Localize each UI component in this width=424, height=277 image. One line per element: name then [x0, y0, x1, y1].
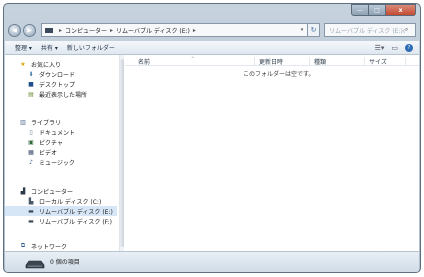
breadcrumb-separator[interactable]: ▸ [110, 27, 113, 34]
column-header: 名前 ^ 更新日時 種類 サイズ [125, 55, 419, 66]
empty-folder-message: このフォルダーは空です。 [243, 71, 315, 78]
nav-item-documents[interactable]: ▯ ドキュメント [5, 127, 117, 137]
recent-places-icon: ▤ [28, 90, 34, 98]
nav-item-label: デスクトップ [39, 81, 76, 89]
nav-item-label: ピクチャ [39, 139, 63, 147]
nav-item-music[interactable]: ♪ ミュージック [5, 157, 117, 167]
nav-libraries-label: ライブラリ [31, 119, 62, 127]
videos-icon: ▦ [28, 148, 34, 156]
minimize-button[interactable]: — [351, 4, 369, 16]
pictures-icon: ▣ [28, 138, 34, 146]
breadcrumb-removable-e[interactable]: リムーバブル ディスク (E:) [116, 26, 190, 35]
sort-arrow-icon: ^ [191, 56, 195, 61]
nav-item-videos[interactable]: ▦ ビデオ [5, 147, 117, 157]
maximize-button[interactable]: □ [369, 4, 386, 16]
computer-icon: ▟ [20, 187, 26, 195]
explorer-window: — □ x ◀ ▶ ▸ コンピューター ▸ リムーバブル ディスク (E:) ▸… [3, 3, 421, 273]
refresh-icon: ↻ [310, 26, 317, 34]
breadcrumb-computer[interactable]: コンピューター [65, 26, 107, 35]
nav-network-label: ネットワーク [31, 243, 68, 251]
column-type[interactable]: 種類 [311, 57, 365, 66]
music-icon: ♪ [29, 158, 33, 166]
search-input[interactable]: リムーバブル ディスク (E:)の検索 ⌕ [324, 23, 416, 37]
nav-item-removable-e[interactable]: ▬ リムーバブル ディスク (E:) [5, 206, 117, 216]
address-bar[interactable]: ▸ コンピューター ▸ リムーバブル ディスク (E:) ▸ ▾ [41, 23, 308, 37]
nav-network[interactable]: ⧉ ネットワーク [5, 241, 117, 251]
nav-item-label: 最近表示した場所 [39, 91, 88, 99]
star-icon: ★ [20, 60, 26, 68]
nav-item-label: リムーバブル ディスク (F:) [39, 218, 113, 226]
library-icon: ▥ [20, 118, 26, 126]
removable-drive-icon: ▬ [28, 207, 34, 215]
documents-icon: ▯ [29, 128, 33, 136]
nav-item-local-disk-c[interactable]: ▙ ローカル ディスク (C:) [5, 196, 117, 206]
nav-item-removable-f[interactable]: ▬ リムーバブル ディスク (F:) [5, 216, 117, 226]
nav-item-label: ダウンロード [39, 71, 76, 79]
search-icon[interactable]: ⌕ [405, 26, 415, 34]
item-count: 0 個の項目 [50, 259, 80, 266]
network-group: ⧉ ネットワーク [5, 241, 117, 251]
nav-item-downloads[interactable]: ⬇ ダウンロード [5, 69, 117, 79]
computer-group: ▟ コンピューター ▙ ローカル ディスク (C:) ▬ リムーバブル ディスク… [5, 186, 117, 226]
drive-icon: ▙ [28, 197, 34, 205]
preview-pane-icon[interactable]: ▭ [391, 44, 398, 52]
address-row: ◀ ▶ ▸ コンピューター ▸ リムーバブル ディスク (E:) ▸ ▾ ↻ リ… [8, 22, 416, 38]
nav-item-label: ビデオ [39, 149, 58, 157]
new-folder-button[interactable]: 新しいフォルダー [67, 43, 115, 52]
nav-item-label: ドキュメント [39, 129, 76, 137]
content-area: ★ お気に入り ⬇ ダウンロード ■ デスクトップ ▤ 最近表示した場所 ▥ ラ… [5, 55, 419, 251]
help-icon[interactable]: ? [405, 43, 413, 52]
breadcrumb-separator[interactable]: ▸ [193, 27, 196, 34]
nav-item-label: ミュージック [39, 159, 75, 167]
caption-buttons: — □ x [351, 4, 416, 16]
nav-item-pictures[interactable]: ▣ ピクチャ [5, 137, 117, 147]
nav-libraries[interactable]: ▥ ライブラリ [5, 117, 117, 127]
organize-button[interactable]: 整理 ▾ [15, 43, 32, 52]
breadcrumb-separator[interactable]: ▸ [59, 27, 62, 34]
column-name[interactable]: 名前 ^ [135, 56, 255, 66]
back-icon: ◀ [12, 26, 17, 34]
forward-button[interactable]: ▶ [23, 23, 36, 37]
back-button[interactable]: ◀ [8, 23, 21, 37]
command-bar: 整理 ▾ 共有 ▾ 新しいフォルダー ☰▾ ▭ ? [5, 41, 419, 55]
nav-scrollbar[interactable] [120, 59, 124, 247]
file-list: 名前 ^ 更新日時 種類 サイズ このフォルダーは空です。 [125, 55, 419, 251]
nav-item-label: ローカル ディスク (C:) [39, 198, 102, 206]
search-placeholder: リムーバブル ディスク (E:)の検索 [329, 27, 405, 35]
details-pane: 0 個の項目 [5, 251, 419, 272]
removable-drive-icon [25, 260, 45, 269]
desktop-icon: ■ [28, 80, 34, 88]
view-options-icon[interactable]: ☰▾ [375, 44, 385, 52]
favorites-group: ★ お気に入り ⬇ ダウンロード ■ デスクトップ ▤ 最近表示した場所 [5, 59, 117, 99]
navigation-pane: ★ お気に入り ⬇ ダウンロード ■ デスクトップ ▤ 最近表示した場所 ▥ ラ… [5, 55, 117, 251]
nav-item-recent[interactable]: ▤ 最近表示した場所 [5, 89, 117, 99]
close-button[interactable]: x [386, 4, 416, 16]
share-button[interactable]: 共有 ▾ [41, 43, 58, 52]
nav-computer[interactable]: ▟ コンピューター [5, 186, 117, 196]
address-dropdown-icon[interactable]: ▾ [297, 27, 307, 33]
nav-favorites-label: お気に入り [31, 61, 62, 69]
nav-item-desktop[interactable]: ■ デスクトップ [5, 79, 117, 89]
nav-favorites[interactable]: ★ お気に入り [5, 59, 117, 69]
column-modified[interactable]: 更新日時 [256, 57, 310, 66]
libraries-group: ▥ ライブラリ ▯ ドキュメント ▣ ピクチャ ▦ ビデオ ♪ ミュージック [5, 117, 117, 167]
computer-icon [45, 27, 53, 33]
forward-icon: ▶ [27, 26, 32, 34]
nav-computer-label: コンピューター [31, 188, 74, 196]
nav-item-label: リムーバブル ディスク (E:) [39, 208, 113, 216]
column-size[interactable]: サイズ [366, 57, 406, 66]
column-name-label: 名前 [138, 59, 151, 66]
removable-drive-icon: ▬ [28, 217, 34, 225]
download-folder-icon: ⬇ [28, 70, 34, 78]
refresh-button[interactable]: ↻ [308, 23, 320, 37]
network-icon: ⧉ [20, 242, 26, 249]
